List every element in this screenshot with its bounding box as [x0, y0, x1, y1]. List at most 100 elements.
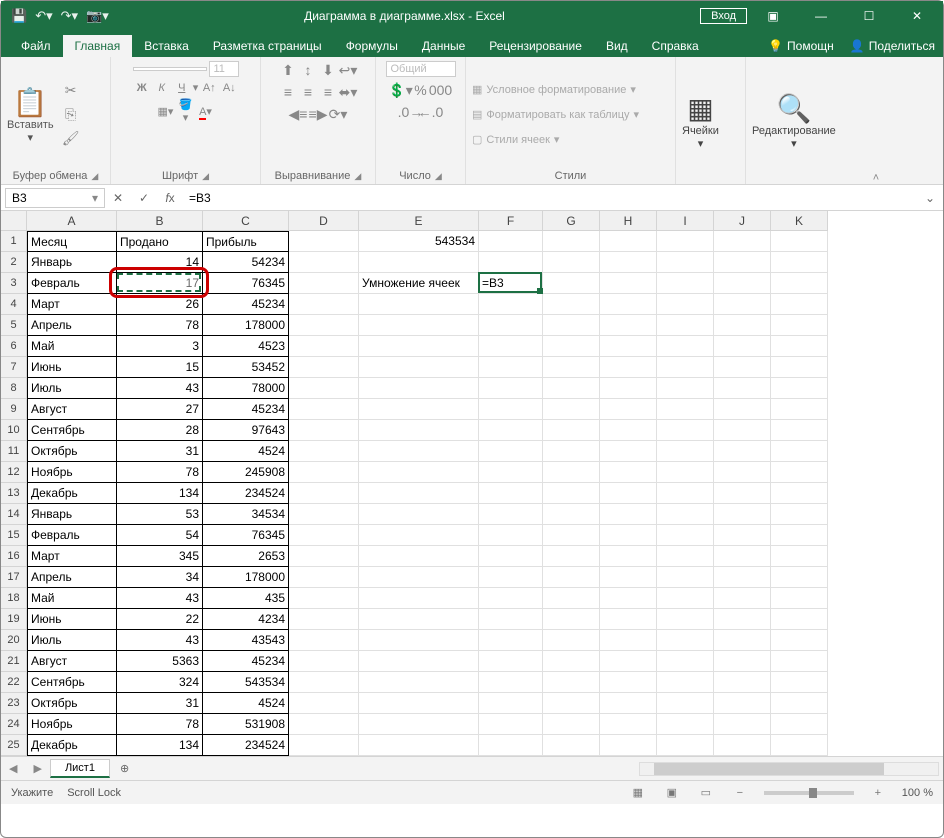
zoom-in-icon[interactable]: + — [868, 787, 888, 799]
cell[interactable] — [479, 504, 543, 525]
cell[interactable]: Январь — [27, 252, 117, 273]
row-header[interactable]: 15 — [1, 525, 27, 546]
signin-button[interactable]: Вход — [700, 8, 747, 24]
conditional-format-button[interactable]: ▦Условное форматирование ▾ — [472, 79, 636, 100]
cell[interactable] — [479, 546, 543, 567]
dialog-launcher-icon[interactable]: ◢ — [354, 171, 361, 182]
sheet-tab[interactable]: Лист1 — [50, 759, 110, 778]
cell[interactable] — [289, 441, 359, 462]
cell[interactable]: 4523 — [203, 336, 289, 357]
editing-button[interactable]: 🔍Редактирование▾ — [752, 92, 836, 150]
col-header[interactable]: F — [479, 211, 543, 231]
cell[interactable] — [657, 399, 714, 420]
cell[interactable]: 5363 — [117, 651, 203, 672]
cell[interactable] — [771, 672, 828, 693]
formula-input[interactable]: =B3 — [183, 189, 917, 207]
cell[interactable] — [543, 525, 600, 546]
maximize-icon[interactable]: ☐ — [847, 1, 891, 31]
add-sheet-icon[interactable]: ⊕ — [110, 762, 139, 775]
row-header[interactable]: 7 — [1, 357, 27, 378]
cell[interactable] — [359, 693, 479, 714]
align-top-icon[interactable]: ⬆ — [279, 61, 297, 79]
cell[interactable] — [714, 588, 771, 609]
dialog-launcher-icon[interactable]: ◢ — [202, 171, 209, 182]
select-all-corner[interactable] — [1, 211, 27, 231]
col-header[interactable]: K — [771, 211, 828, 231]
cell[interactable] — [543, 252, 600, 273]
font-color-icon[interactable]: A▾ — [197, 105, 215, 118]
align-bot-icon[interactable]: ⬇ — [319, 61, 337, 79]
cell[interactable]: 4524 — [203, 441, 289, 462]
cell[interactable]: 45234 — [203, 399, 289, 420]
cell[interactable] — [657, 483, 714, 504]
cell[interactable] — [543, 273, 600, 294]
undo-icon[interactable]: ↶▾ — [35, 8, 52, 24]
cell[interactable]: 543534 — [359, 231, 479, 252]
cell[interactable] — [771, 693, 828, 714]
cell[interactable]: 78 — [117, 315, 203, 336]
cell[interactable]: 4234 — [203, 609, 289, 630]
cell[interactable] — [714, 651, 771, 672]
col-header[interactable]: D — [289, 211, 359, 231]
tab-help[interactable]: Справка — [640, 35, 711, 57]
cell[interactable] — [771, 357, 828, 378]
cell[interactable] — [289, 483, 359, 504]
cell[interactable] — [657, 672, 714, 693]
cell[interactable] — [771, 441, 828, 462]
cell[interactable] — [543, 546, 600, 567]
align-right-icon[interactable]: ≡ — [319, 83, 337, 101]
cell[interactable] — [543, 462, 600, 483]
cell[interactable] — [600, 483, 657, 504]
cell[interactable] — [714, 672, 771, 693]
cell[interactable] — [359, 567, 479, 588]
cell[interactable] — [289, 231, 359, 252]
cell[interactable] — [657, 273, 714, 294]
cell[interactable] — [657, 693, 714, 714]
cell[interactable] — [600, 693, 657, 714]
row-header[interactable]: 20 — [1, 630, 27, 651]
cell[interactable] — [359, 252, 479, 273]
cell[interactable]: 4524 — [203, 693, 289, 714]
cell[interactable]: Ноябрь — [27, 714, 117, 735]
cell[interactable] — [714, 252, 771, 273]
cell[interactable]: 78000 — [203, 378, 289, 399]
cell[interactable] — [657, 630, 714, 651]
row-header[interactable]: 2 — [1, 252, 27, 273]
cell[interactable] — [289, 567, 359, 588]
cell[interactable]: Сентябрь — [27, 672, 117, 693]
cell[interactable] — [657, 525, 714, 546]
cell[interactable] — [600, 399, 657, 420]
cell[interactable] — [359, 672, 479, 693]
cell[interactable] — [714, 315, 771, 336]
cell[interactable] — [600, 273, 657, 294]
cell[interactable] — [479, 693, 543, 714]
cell[interactable] — [714, 630, 771, 651]
underline-button[interactable]: Ч — [173, 82, 191, 94]
close-icon[interactable]: ✕ — [895, 1, 939, 31]
cell[interactable] — [289, 294, 359, 315]
cell[interactable] — [479, 651, 543, 672]
row-header[interactable]: 8 — [1, 378, 27, 399]
cell[interactable] — [771, 483, 828, 504]
cell[interactable] — [479, 315, 543, 336]
cell[interactable]: Июль — [27, 378, 117, 399]
cell[interactable] — [359, 546, 479, 567]
cell[interactable] — [479, 336, 543, 357]
row-header[interactable]: 16 — [1, 546, 27, 567]
cell[interactable]: 76345 — [203, 525, 289, 546]
cell[interactable] — [771, 420, 828, 441]
row-header[interactable]: 10 — [1, 420, 27, 441]
cell[interactable]: 31 — [117, 441, 203, 462]
cell[interactable] — [657, 609, 714, 630]
cell[interactable] — [714, 693, 771, 714]
cell[interactable]: 245908 — [203, 462, 289, 483]
cell[interactable] — [600, 609, 657, 630]
cell[interactable] — [657, 231, 714, 252]
indent-inc-icon[interactable]: ≡▶ — [309, 105, 327, 123]
cell[interactable] — [289, 588, 359, 609]
normal-view-icon[interactable]: ▦ — [628, 786, 648, 799]
cell[interactable]: 78 — [117, 714, 203, 735]
collapse-ribbon-icon[interactable]: ˄ — [866, 57, 886, 184]
increase-font-icon[interactable]: A↑ — [200, 82, 218, 94]
cell[interactable] — [543, 315, 600, 336]
